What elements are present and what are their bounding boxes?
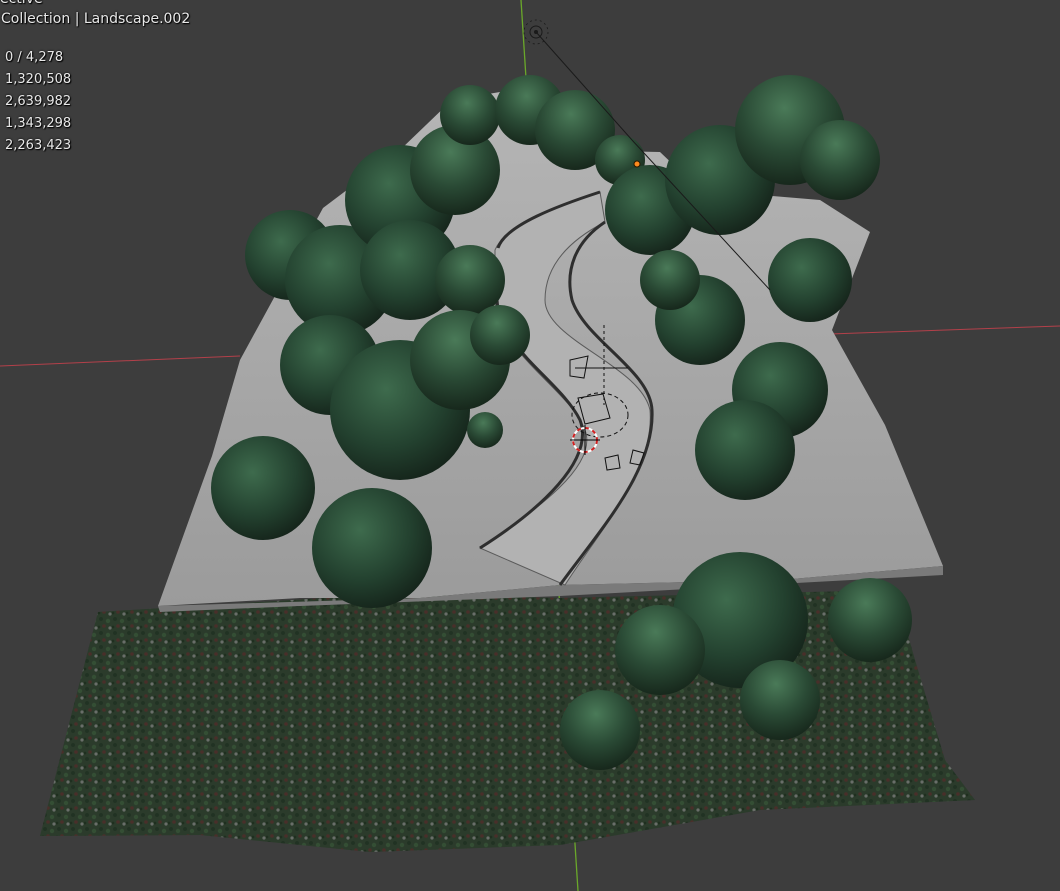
scene-canvas[interactable] — [0, 0, 1060, 891]
scene-statistics: 0 / 4,278 1,320,508 2,639,982 1,343,298 … — [5, 47, 71, 157]
stat-edges: 2,639,982 — [5, 94, 72, 109]
x-axis-line-right — [829, 325, 1060, 335]
stat-triangles: 2,263,423 — [5, 138, 72, 153]
stat-vertices: 1,320,508 — [5, 72, 72, 87]
stat-objects: 0 / 4,278 — [5, 50, 64, 65]
origin-dot — [633, 160, 641, 168]
collection-label: Collection | Landscape.002 — [1, 11, 191, 27]
stat-faces: 1,343,298 — [5, 116, 72, 131]
light-icon — [523, 19, 549, 45]
x-axis-line-left — [0, 355, 241, 367]
3d-viewport[interactable]: ective Collection | Landscape.002 0 / 4,… — [0, 0, 1060, 891]
view-mode-label: ective — [0, 0, 43, 7]
